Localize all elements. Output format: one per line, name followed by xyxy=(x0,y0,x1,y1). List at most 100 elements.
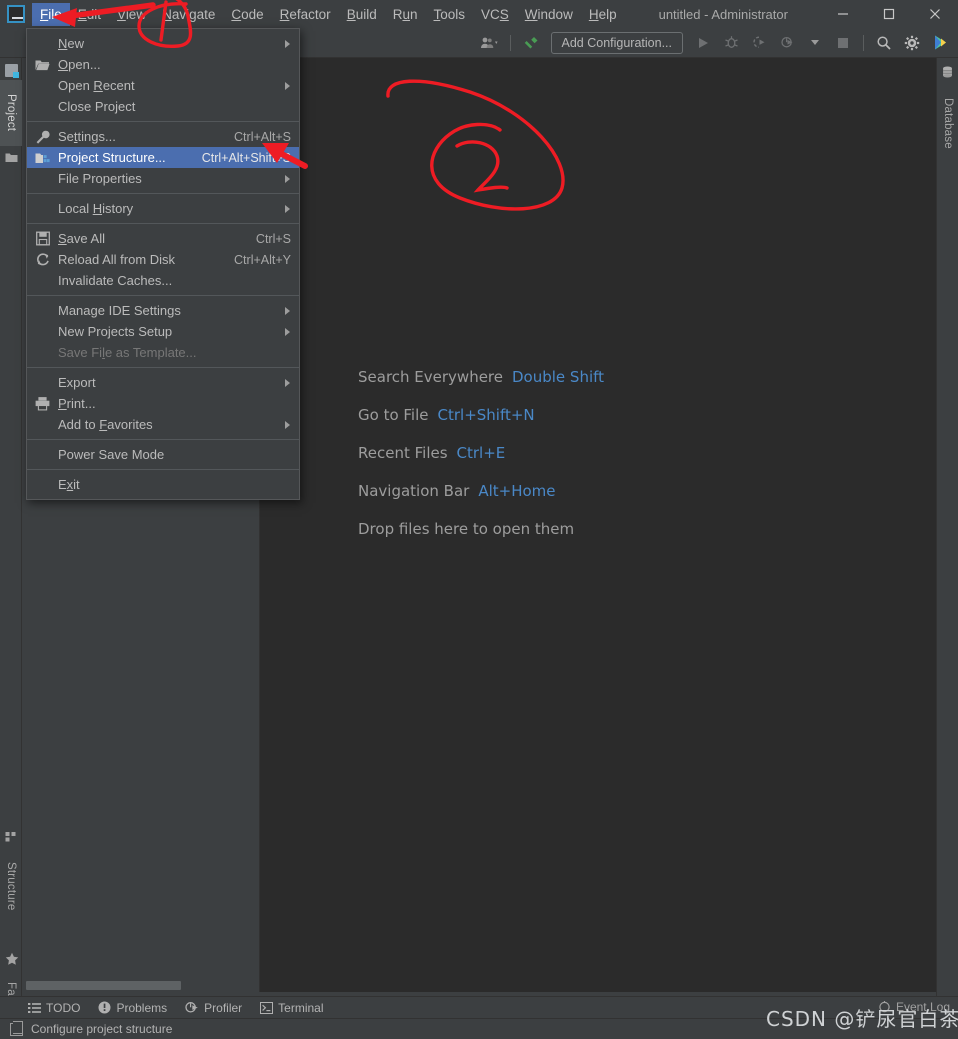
menu-item-open-recent[interactable]: Open Recent xyxy=(27,75,299,96)
hammer-build-icon[interactable] xyxy=(519,31,543,55)
menu-item-label: New Projects Setup xyxy=(58,324,173,339)
menu-item-label: Export xyxy=(58,375,96,390)
hint-action: Search Everywhere xyxy=(358,368,503,386)
menu-item-close-project[interactable]: Close Project xyxy=(27,96,299,117)
menu-build[interactable]: Build xyxy=(339,3,385,26)
hint-shortcut: Ctrl+Shift+N xyxy=(437,406,535,424)
menu-item-shortcut: Ctrl+Alt+S xyxy=(234,129,291,144)
project-folder-icon xyxy=(5,64,19,78)
menu-view[interactable]: View xyxy=(109,3,154,26)
menu-item-shortcut: Ctrl+S xyxy=(255,231,291,246)
submenu-chevron-right-icon xyxy=(285,174,290,183)
popup-hint-icon xyxy=(10,1020,23,1036)
profile-icon[interactable] xyxy=(775,31,799,55)
menu-item-settings[interactable]: Settings... Ctrl+Alt+S xyxy=(27,126,299,147)
editor-empty-area: Search Everywhere Double Shift Go to File C… xyxy=(260,58,936,992)
hint-action: Navigation Bar xyxy=(358,482,470,500)
bottom-item-problems[interactable]: Problems xyxy=(98,1001,167,1015)
menu-item-label: Manage IDE Settings xyxy=(58,303,181,318)
menu-item-new-projects-setup[interactable]: New Projects Setup xyxy=(27,321,299,342)
hint-shortcut: Alt+Home xyxy=(478,482,556,500)
menu-item-shortcut: Ctrl+Alt+Y xyxy=(234,252,291,267)
search-icon[interactable] xyxy=(872,31,896,55)
sidebar-item-label: Structure xyxy=(5,861,17,911)
menu-navigate[interactable]: Navigate xyxy=(154,3,223,26)
editor-hint-row: Search Everywhere Double Shift xyxy=(358,368,604,386)
menu-item-open[interactable]: Open... xyxy=(27,54,299,75)
menu-item-power-save-mode[interactable]: Power Save Mode xyxy=(27,444,299,465)
submenu-chevron-right-icon xyxy=(285,81,290,90)
menu-file[interactable]: File xyxy=(32,2,70,26)
menu-item-label: Power Save Mode xyxy=(58,447,165,462)
menu-separator xyxy=(27,439,299,440)
settings-gear-icon[interactable] xyxy=(900,31,924,55)
submenu-chevron-right-icon xyxy=(285,204,290,213)
menu-item-add-to-favorites[interactable]: Add to Favorites xyxy=(27,414,299,435)
menu-item-label: File Properties xyxy=(58,171,142,186)
menu-item-new[interactable]: New xyxy=(27,33,299,54)
menu-refactor[interactable]: Refactor xyxy=(272,3,339,26)
menu-help[interactable]: Help xyxy=(581,3,625,26)
hint-shortcut: Double Shift xyxy=(512,368,605,386)
bottom-item-todo[interactable]: TODO xyxy=(28,1001,80,1015)
folder-open-icon xyxy=(35,57,50,72)
menu-item-project-structure[interactable]: Project Structure... Ctrl+Alt+Shift+S xyxy=(27,147,299,168)
bottom-item-label: Profiler xyxy=(204,1000,243,1015)
minimize-button[interactable] xyxy=(820,0,866,28)
run-with-coverage-icon[interactable] xyxy=(747,31,771,55)
status-bar-message: Configure project structure xyxy=(31,1022,173,1036)
maximize-button[interactable] xyxy=(866,0,912,28)
profile-dropdown-icon[interactable] xyxy=(803,31,827,55)
stop-icon[interactable] xyxy=(831,31,855,55)
run-icon[interactable] xyxy=(691,31,715,55)
problems-warning-icon xyxy=(98,1001,111,1014)
database-icon xyxy=(941,66,954,79)
menu-item-manage-ide-settings[interactable]: Manage IDE Settings xyxy=(27,300,299,321)
wrench-icon xyxy=(35,129,50,144)
printer-icon xyxy=(35,396,50,411)
menu-item-label: Close Project xyxy=(58,99,136,114)
bottom-item-profiler[interactable]: Profiler xyxy=(185,1001,242,1015)
close-button[interactable] xyxy=(912,0,958,28)
debug-icon[interactable] xyxy=(719,31,743,55)
user-dropdown-icon[interactable] xyxy=(478,31,502,55)
editor-hint-row: Go to File Ctrl+Shift+N xyxy=(358,406,604,424)
sidebar-item-label: Database xyxy=(942,97,954,149)
toolbar-separator xyxy=(509,34,511,51)
sidebar-item-database[interactable]: Database xyxy=(937,84,958,162)
menu-separator xyxy=(27,121,299,122)
add-configuration-button[interactable]: Add Configuration... xyxy=(550,31,683,54)
menu-item-print[interactable]: Print... xyxy=(27,393,299,414)
menu-run[interactable]: Run xyxy=(385,3,426,26)
bottom-item-label: TODO xyxy=(46,1000,81,1015)
menu-edit[interactable]: Edit xyxy=(70,3,109,26)
editor-shortcut-hints: Search Everywhere Double Shift Go to File C… xyxy=(358,368,604,558)
idea-updates-icon[interactable] xyxy=(928,31,952,55)
project-collapsed-folder-icon xyxy=(5,150,18,163)
menu-vcs[interactable]: VCS xyxy=(473,3,517,26)
menu-item-label: Project Structure... xyxy=(58,150,166,165)
sidebar-item-structure[interactable]: Structure xyxy=(0,848,22,924)
sidebar-item-project[interactable]: Project xyxy=(0,80,22,146)
bottom-item-terminal[interactable]: Terminal xyxy=(260,1001,324,1015)
structure-icon xyxy=(5,830,18,843)
menu-tools[interactable]: Tools xyxy=(426,3,474,26)
menu-item-save-all[interactable]: Save All Ctrl+S xyxy=(27,228,299,249)
menu-code[interactable]: Code xyxy=(223,3,271,26)
menu-item-local-history[interactable]: Local History xyxy=(27,198,299,219)
menu-item-export[interactable]: Export xyxy=(27,372,299,393)
scrollbar-thumb[interactable] xyxy=(26,981,181,990)
submenu-chevron-right-icon xyxy=(285,378,290,387)
hint-action: Drop files here to open them xyxy=(358,520,575,538)
menu-window[interactable]: Window xyxy=(517,3,581,26)
menu-item-reload-all-from-disk[interactable]: Reload All from Disk Ctrl+Alt+Y xyxy=(27,249,299,270)
menu-item-invalidate-caches[interactable]: Invalidate Caches... xyxy=(27,270,299,291)
menu-item-exit[interactable]: Exit xyxy=(27,474,299,495)
menu-separator xyxy=(27,223,299,224)
menu-item-shortcut: Ctrl+Alt+Shift+S xyxy=(201,150,291,165)
project-horizontal-scrollbar[interactable] xyxy=(22,978,260,992)
file-menu-dropdown[interactable]: New Open... Open Recent Close Project Settin… xyxy=(26,28,300,500)
menu-item-file-properties[interactable]: File Properties xyxy=(27,168,299,189)
terminal-icon xyxy=(260,1001,274,1014)
menu-item-label: Open... xyxy=(58,57,101,72)
